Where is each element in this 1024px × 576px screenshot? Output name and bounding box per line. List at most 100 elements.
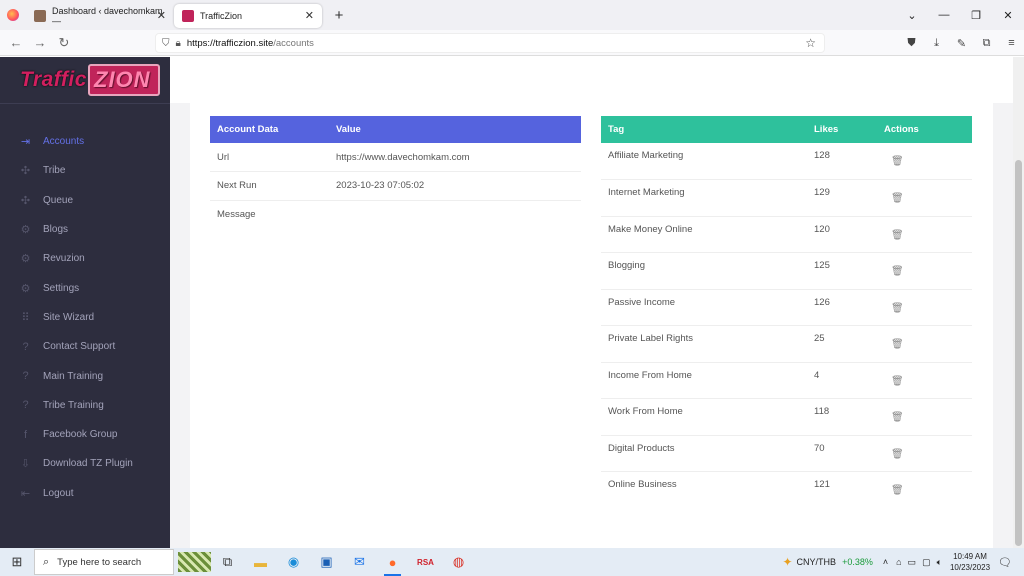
tag-name: Online Business	[608, 479, 677, 490]
extensions-icon[interactable]: ⧉	[974, 37, 999, 50]
sidebar-item-contact-support[interactable]: ? Contact Support	[0, 332, 170, 361]
tag-name: Make Money Online	[601, 216, 807, 253]
table-row: Digital Products 70 🗑	[601, 435, 972, 472]
reload-icon[interactable]: ↻	[52, 35, 76, 51]
rsa-icon[interactable]: RSA	[409, 548, 442, 576]
scrollbar-thumb[interactable]	[1015, 160, 1022, 546]
eyedropper-icon[interactable]: ✎	[949, 37, 974, 50]
news-widget-icon[interactable]	[178, 548, 211, 576]
sidebar-item-download-tz-plugin[interactable]: ⇩ Download TZ Plugin	[0, 449, 170, 478]
clock[interactable]: 10:49 AM 10/23/2023	[950, 551, 990, 573]
tag-actions: 🗑	[877, 179, 972, 217]
sidebar-item-main-training[interactable]: ? Main Training	[0, 361, 170, 390]
sidebar-item-site-wizard[interactable]: ⠿ Site Wizard	[0, 303, 170, 332]
sidebar-item-label: Accounts	[43, 136, 85, 148]
file-explorer-icon[interactable]: ▬	[244, 548, 277, 576]
tab-list-icon[interactable]: ⌄	[896, 9, 928, 22]
tag-likes: 121	[814, 479, 830, 490]
back-icon[interactable]: ←	[4, 35, 28, 50]
column-header: Tag	[601, 116, 807, 143]
account-field-label: Next Run	[210, 171, 329, 201]
delete-icon[interactable]: 🗑	[891, 412, 904, 423]
sidebar-item-label: Tribe Training	[43, 399, 104, 411]
network-icon: ✣	[20, 194, 31, 207]
edge-icon[interactable]: ◉	[277, 548, 310, 576]
volume-icon[interactable]: 🔈︎	[937, 557, 942, 568]
table-row: Income From Home 4 🗑	[601, 362, 972, 399]
trafficzion-logo[interactable]: Traffic ZION	[18, 61, 160, 99]
close-tab-icon[interactable]: ✕	[305, 9, 314, 22]
delete-icon[interactable]: 🗑	[891, 266, 904, 277]
delete-icon[interactable]: 🗑	[891, 156, 904, 167]
account-field-value: 2023-10-23 07:05:02	[329, 171, 581, 201]
tag-actions: 🗑	[877, 289, 972, 326]
url-text[interactable]: https://trafficzion.site/accounts	[187, 38, 314, 49]
sidebar-menu: ⇥ Accounts ✣ Tribe ✣ Queue ⚙ Blogs ⚙ Revuzion ⚙ Set…	[0, 127, 170, 508]
delete-icon[interactable]: 🗑	[891, 339, 904, 350]
firefox-taskbar-icon[interactable]: ●	[376, 548, 409, 576]
delete-icon[interactable]: 🗑	[891, 303, 904, 314]
notification-icon[interactable]: 🗨︎	[998, 556, 1012, 569]
tag-actions: 🗑	[877, 143, 972, 180]
chrome-icon[interactable]: ◍	[442, 548, 475, 576]
table-row: Online Business 121 🗑	[601, 472, 972, 509]
sidebar-item-accounts[interactable]: ⇥ Accounts	[0, 127, 170, 156]
minimize-icon[interactable]: —	[928, 9, 960, 21]
ticker-pair[interactable]: CNY/THB	[797, 557, 837, 567]
tag-likes: 128	[807, 143, 877, 180]
close-tab-icon[interactable]: ✕	[157, 9, 166, 22]
delete-icon[interactable]: 🗑	[891, 449, 904, 460]
sidebar-item-label: Revuzion	[43, 253, 85, 265]
tab-trafficzion[interactable]: TrafficZion ✕	[174, 4, 322, 28]
delete-icon[interactable]: 🗑	[891, 485, 904, 496]
firefox-menu-button[interactable]	[0, 0, 26, 30]
delete-icon[interactable]: 🗑	[891, 193, 904, 204]
restore-icon[interactable]: ❐	[960, 9, 992, 22]
network-tray-icon[interactable]: ⌂	[896, 557, 901, 567]
tag-name: Passive Income	[601, 289, 807, 326]
tag-name: Private Label Rights	[601, 325, 807, 363]
windows-start-icon[interactable]: ⊞	[0, 548, 34, 576]
grid-icon: ⠿	[21, 311, 30, 324]
sidebar-item-blogs[interactable]: ⚙ Blogs	[0, 215, 170, 244]
sidebar-item-facebook-group[interactable]: f Facebook Group	[0, 420, 170, 449]
close-window-icon[interactable]: ✕	[992, 9, 1024, 22]
task-view-icon[interactable]: ⧉	[211, 548, 244, 576]
page-scrollbar[interactable]	[1013, 57, 1024, 548]
tag-actions: 🗑	[877, 216, 972, 253]
sidebar-item-tribe-training[interactable]: ? Tribe Training	[0, 391, 170, 420]
menu-icon[interactable]: ≡	[999, 37, 1024, 49]
sidebar-item-label: Blogs	[43, 224, 69, 236]
bookmark-star-icon[interactable]: ☆	[805, 36, 816, 50]
address-bar[interactable]: ⛉ 🔒︎ https://trafficzion.site/accounts ☆	[155, 33, 825, 53]
battery-icon[interactable]: ▭	[908, 557, 917, 568]
taskbar-search[interactable]: ⌕ Type here to search	[34, 549, 174, 575]
tab-title: TrafficZion	[200, 11, 243, 21]
top-header	[170, 57, 1013, 103]
new-tab-button[interactable]: +	[330, 7, 348, 24]
pocket-icon[interactable]: ⛊	[899, 37, 924, 50]
lock-icon[interactable]: 🔒︎	[176, 38, 181, 49]
tag-likes: 118	[807, 398, 877, 436]
sidebar-item-settings[interactable]: ⚙ Settings	[0, 273, 170, 302]
downloads-icon[interactable]: ⤓	[924, 37, 949, 50]
delete-icon[interactable]: 🗑	[891, 230, 904, 241]
tag-actions: 🗑	[877, 252, 972, 290]
forward-icon[interactable]: →	[28, 35, 52, 50]
table-row: Url https://www.davechomkam.com	[210, 143, 581, 172]
trafficzion-favicon-icon	[182, 10, 194, 22]
sidebar-item-logout[interactable]: ⇤ Logout	[0, 479, 170, 508]
store-icon[interactable]: ▣	[310, 548, 343, 576]
sidebar-item-tribe[interactable]: ✣ Tribe	[0, 156, 170, 185]
sidebar-item-revuzion[interactable]: ⚙ Revuzion	[0, 244, 170, 273]
mail-icon[interactable]: ✉	[343, 548, 376, 576]
tab-dashboard[interactable]: Dashboard ‹ davechomkam — ✕	[26, 4, 174, 28]
display-icon[interactable]: ▢	[922, 557, 931, 568]
delete-icon[interactable]: 🗑	[891, 376, 904, 387]
account-field-label: Message	[217, 209, 256, 220]
shield-icon[interactable]: ⛉	[162, 38, 170, 49]
sidebar-item-queue[interactable]: ✣ Queue	[0, 186, 170, 215]
tray-chevron-icon[interactable]: ˄	[883, 557, 888, 567]
tag-name: Internet Marketing	[601, 179, 807, 217]
tag-likes: 70	[807, 435, 877, 472]
